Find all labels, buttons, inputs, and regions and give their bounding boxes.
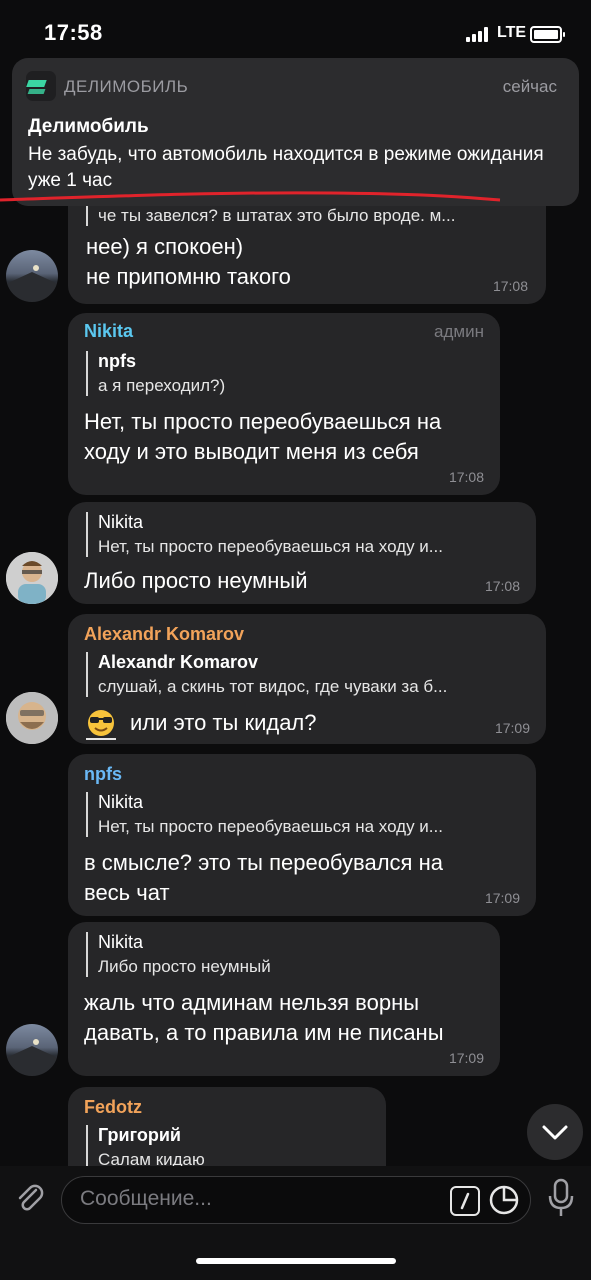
- push-notification[interactable]: ДЕЛИМОБИЛЬ сейчас Делимобиль Не забудь, …: [12, 58, 579, 206]
- reply-quote-name: Григорий: [98, 1125, 181, 1145]
- message-text: нее) я спокоен) не припомню такого: [86, 234, 291, 289]
- microphone-icon[interactable]: [546, 1178, 576, 1220]
- message-time: 17:09: [448, 1050, 484, 1066]
- sunglasses-emoji-icon: [86, 708, 116, 738]
- avatar[interactable]: [6, 552, 58, 604]
- reply-quote-name: Alexandr Komarov: [98, 652, 259, 672]
- reply-quote[interactable]: Alexandr Komarov слушай, а скинь тот вид…: [86, 652, 540, 697]
- network-type: LTE: [497, 24, 527, 41]
- message-text: или это ты кидал?: [130, 710, 317, 735]
- avatar[interactable]: [6, 250, 58, 302]
- reply-quote[interactable]: Nikita Нет, ты просто переобуваешься на …: [86, 792, 530, 837]
- reply-quote[interactable]: npfs а я переходил?): [86, 351, 488, 396]
- notification-body: Не забудь, что автомобиль находится в ре…: [28, 144, 544, 191]
- reply-quote[interactable]: Nikita Либо просто неумный: [86, 932, 494, 977]
- avatar[interactable]: [6, 692, 58, 744]
- message-time: 17:09: [494, 720, 530, 736]
- message-time: 17:08: [492, 278, 528, 294]
- delimobil-app-icon: [26, 71, 56, 101]
- notification-title: Делимобиль: [28, 116, 149, 137]
- message-time: 17:08: [448, 469, 484, 485]
- reply-quote-text: Нет, ты просто переобуваешься на ходу и.…: [98, 537, 443, 556]
- reply-quote-name: Nikita: [98, 512, 144, 532]
- chevron-down-icon: [542, 1125, 568, 1140]
- message-bubble[interactable]: npfs Nikita Нет, ты просто переобуваешьс…: [68, 754, 536, 916]
- red-underline-annotation: [0, 191, 501, 202]
- sender-name[interactable]: npfs: [84, 764, 122, 785]
- reply-quote-text: Либо просто неумный: [98, 957, 271, 976]
- sender-name[interactable]: Alexandr Komarov: [84, 624, 244, 645]
- reply-quote-name: Nikita: [98, 792, 144, 812]
- scroll-down-button[interactable]: [527, 1104, 583, 1160]
- message-text: жаль что админам нельзя ворны давать, а …: [84, 990, 444, 1045]
- home-indicator: [196, 1258, 396, 1264]
- reply-quote-text: слушай, а скинь тот видос, где чуваки за…: [98, 677, 448, 696]
- emoji-underline: [86, 738, 116, 740]
- slash-command-icon[interactable]: [450, 1186, 480, 1216]
- message-text: Нет, ты просто переобуваешься на ходу и …: [84, 409, 442, 464]
- status-bar: 17:58 LTE: [0, 0, 591, 60]
- sticker-icon[interactable]: [488, 1184, 520, 1216]
- reply-quote-text: а я переходил?): [98, 376, 226, 395]
- reply-quote-name: Nikita: [98, 932, 144, 952]
- admin-badge: админ: [434, 322, 484, 341]
- message-bubble[interactable]: Nikita Либо просто неумный жаль что адми…: [68, 922, 500, 1076]
- notification-time: сейчас: [502, 77, 557, 96]
- message-time: 17:09: [484, 890, 520, 906]
- message-bubble[interactable]: Nikita админ npfs а я переходил?) Нет, т…: [68, 313, 500, 495]
- message-text: в смысле? это ты переобувался на весь ча…: [84, 850, 443, 905]
- message-bubble[interactable]: Nikita Нет, ты просто переобуваешься на …: [68, 502, 536, 604]
- battery-icon: [530, 26, 565, 43]
- message-bubble[interactable]: Alexandr Komarov Alexandr Komarov слушай…: [68, 614, 546, 744]
- reply-quote-name: npfs: [98, 351, 136, 371]
- message-text: Либо просто неумный: [84, 568, 308, 593]
- notification-app-name: ДЕЛИМОБИЛЬ: [64, 77, 189, 96]
- signal-icon: [466, 26, 494, 42]
- avatar[interactable]: [6, 1024, 58, 1076]
- reply-quote-text: Нет, ты просто переобуваешься на ходу и.…: [98, 817, 443, 836]
- status-time: 17:58: [44, 20, 103, 45]
- message-input-placeholder: Сообщение...: [80, 1187, 212, 1210]
- reply-quote[interactable]: Григорий Салам кидаю: [86, 1125, 380, 1170]
- sender-name[interactable]: Fedotz: [84, 1097, 142, 1118]
- message-time: 17:08: [484, 578, 520, 594]
- reply-quote[interactable]: Nikita Нет, ты просто переобуваешься на …: [86, 512, 530, 557]
- paperclip-icon[interactable]: [12, 1180, 48, 1216]
- sender-name[interactable]: Nikita: [84, 321, 133, 342]
